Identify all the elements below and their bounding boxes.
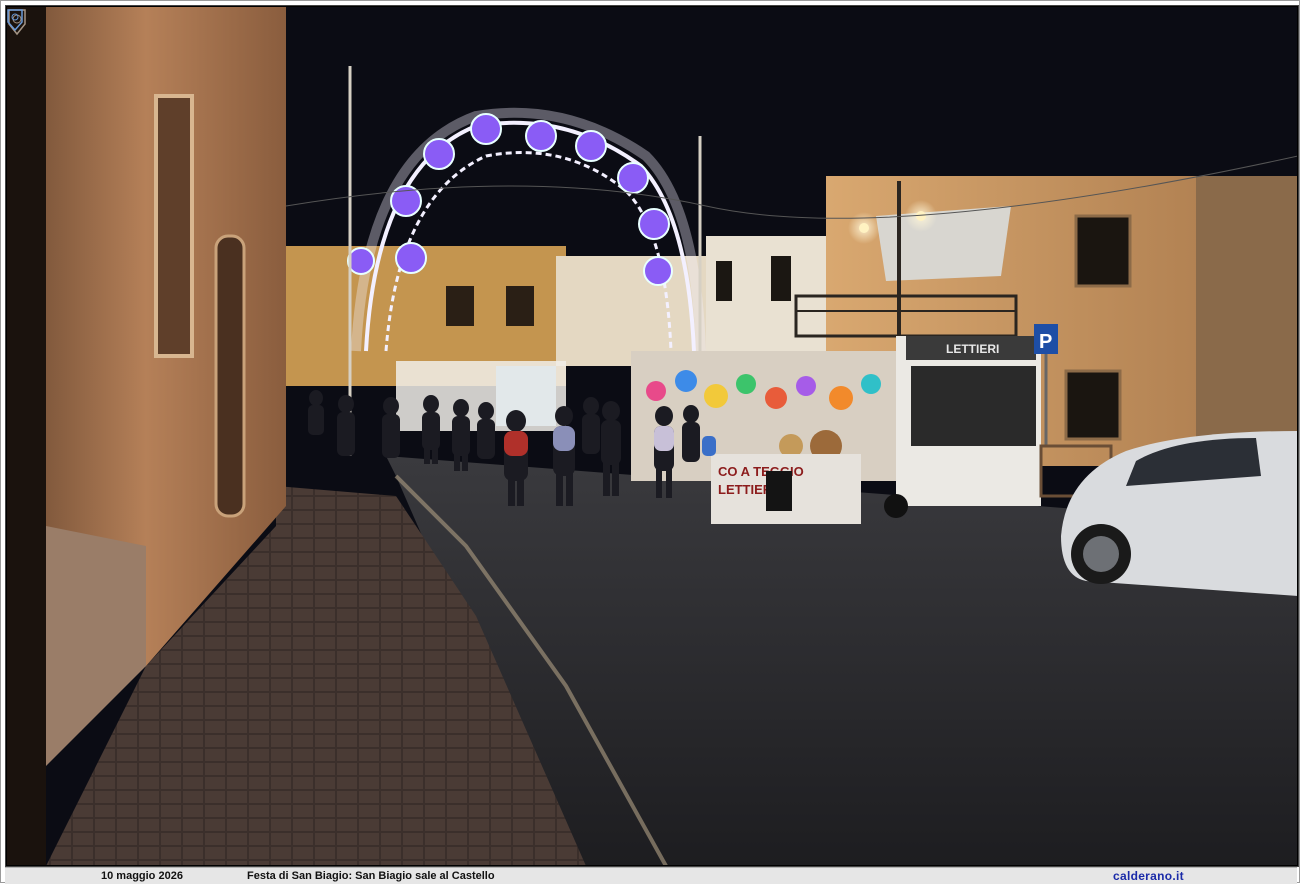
caption-bar: 10 maggio 2026 Festa di San Biagio: San … (5, 867, 1297, 884)
photo-title: Festa di San Biagio: San Biagio sale al … (247, 870, 495, 882)
street-scene-illustration: CO A TEGGIO LETTIERI LETTIERI P (6, 6, 1298, 866)
photo-frame: CO A TEGGIO LETTIERI LETTIERI P 10 maggi… (0, 0, 1300, 884)
festival-photo: CO A TEGGIO LETTIERI LETTIERI P (5, 5, 1299, 867)
svg-text:P: P (1039, 331, 1052, 353)
crest-watermark-icon (7, 9, 23, 32)
site-link[interactable]: calderano.it (1113, 869, 1184, 883)
truck-sign: LETTIERI (946, 342, 999, 356)
photo-date: 10 maggio 2026 (101, 870, 183, 882)
